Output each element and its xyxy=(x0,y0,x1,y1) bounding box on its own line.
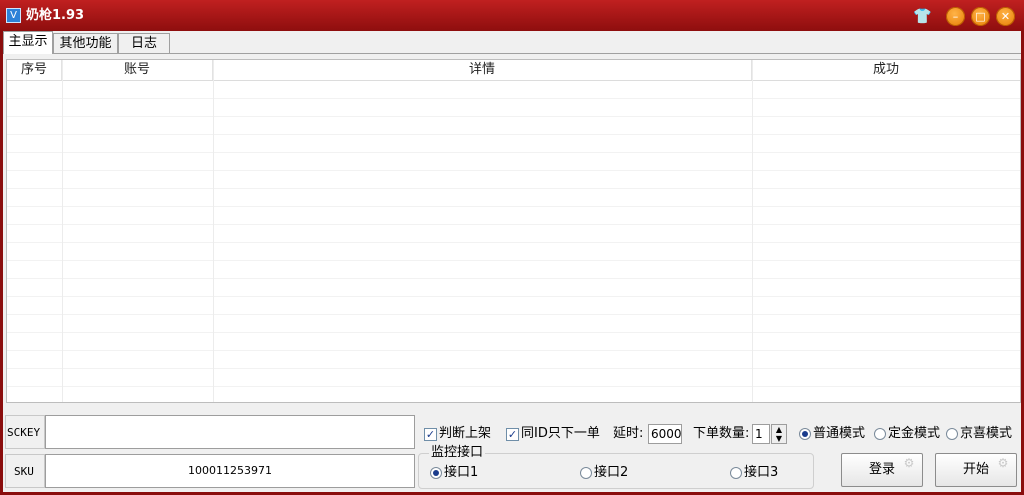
mode-jingxi-label: 京喜模式 xyxy=(960,426,1013,441)
spin-down-icon[interactable]: ▼ xyxy=(772,434,786,443)
login-button-label: 登录 xyxy=(868,462,895,477)
grid-row-line xyxy=(7,188,1020,189)
maximize-button[interactable]: □ xyxy=(971,7,990,26)
mode-deposit-label: 定金模式 xyxy=(888,426,941,441)
monitor-interface-group: 监控接口 接口1 接口2 接口3 xyxy=(418,445,814,489)
grid-row-line xyxy=(7,116,1020,117)
column-header-details[interactable]: 详情 xyxy=(213,60,752,80)
mode-jingxi-radio[interactable] xyxy=(946,428,958,440)
grid-row-line xyxy=(7,386,1020,387)
grid-row-line xyxy=(7,224,1020,225)
skin-icon[interactable]: 👕 xyxy=(913,8,932,24)
interface-1-radio[interactable] xyxy=(430,467,442,479)
main-window: V 奶枪1.93 👕 – □ ✕ 主显示 其他功能 日志 序号 账号 详情 成功 xyxy=(0,0,1024,495)
grid-row-line xyxy=(7,206,1020,207)
grid-row-line xyxy=(7,296,1020,297)
grid-row-line xyxy=(7,170,1020,171)
start-button[interactable]: 开始 ⚙ xyxy=(935,453,1017,487)
sku-label-box: SKU xyxy=(5,454,45,488)
grid-column-line xyxy=(62,60,63,402)
header-divider xyxy=(7,80,1020,81)
same-id-checkbox[interactable]: ✓ xyxy=(506,428,519,441)
window-title: 奶枪1.93 xyxy=(26,8,85,23)
minimize-button[interactable]: – xyxy=(946,7,965,26)
interface-3-radio[interactable] xyxy=(730,467,742,479)
sckey-label-box: SCKEY xyxy=(5,415,45,449)
grid-row-line xyxy=(7,260,1020,261)
control-panel: SCKEY SKU 100011253971 ✓ 判断上架 ✓ 同ID只下一单 … xyxy=(3,405,1021,495)
mode-deposit-radio[interactable] xyxy=(874,428,886,440)
interface-1-label: 接口1 xyxy=(444,465,479,480)
spin-up-icon[interactable]: ▲ xyxy=(772,425,786,434)
interface-2-radio[interactable] xyxy=(580,467,592,479)
grid-row-line xyxy=(7,350,1020,351)
grid-row-line xyxy=(7,242,1020,243)
tab-other-functions[interactable]: 其他功能 xyxy=(53,33,118,53)
start-button-label: 开始 xyxy=(962,462,989,477)
same-id-label: 同ID只下一单 xyxy=(521,426,600,441)
grid-row-line xyxy=(7,332,1020,333)
tab-main-display[interactable]: 主显示 xyxy=(3,31,53,54)
title-bar[interactable]: V 奶枪1.93 👕 – □ ✕ xyxy=(0,0,1024,31)
close-button[interactable]: ✕ xyxy=(996,7,1015,26)
grid-row-line xyxy=(7,314,1020,315)
quantity-stepper[interactable]: ▲ ▼ xyxy=(771,424,787,444)
sku-input[interactable]: 100011253971 xyxy=(45,454,415,488)
grid-row-line xyxy=(7,152,1020,153)
sckey-label: SCKEY xyxy=(7,426,41,439)
decoration-icon: ⚙ xyxy=(903,456,915,470)
column-header-account[interactable]: 账号 xyxy=(62,60,213,80)
sku-label: SKU xyxy=(14,465,34,478)
delay-label: 延时: xyxy=(613,426,644,441)
grid-row-line xyxy=(7,368,1020,369)
account-grid[interactable]: 序号 账号 详情 成功 xyxy=(6,59,1021,403)
column-header-success[interactable]: 成功 xyxy=(752,60,1020,80)
app-icon: V xyxy=(6,8,21,23)
order-quantity-label: 下单数量: xyxy=(693,426,750,441)
check-shelf-checkbox[interactable]: ✓ xyxy=(424,428,437,441)
tab-log[interactable]: 日志 xyxy=(118,33,170,53)
interface-2-label: 接口2 xyxy=(594,465,629,480)
monitor-interface-title: 监控接口 xyxy=(429,445,486,461)
check-shelf-label: 判断上架 xyxy=(439,426,492,441)
decoration-icon: ⚙ xyxy=(997,456,1009,470)
interface-3-label: 接口3 xyxy=(744,465,779,480)
tab-bar: 主显示 其他功能 日志 xyxy=(3,31,1021,54)
delay-input[interactable]: 6000 xyxy=(648,424,682,444)
grid-row-line xyxy=(7,98,1020,99)
mode-normal-radio[interactable] xyxy=(799,428,811,440)
grid-row-line xyxy=(7,278,1020,279)
sckey-input[interactable] xyxy=(45,415,415,449)
mode-normal-label: 普通模式 xyxy=(813,426,866,441)
grid-row-line xyxy=(7,134,1020,135)
grid-column-line xyxy=(752,60,753,402)
column-header-index[interactable]: 序号 xyxy=(7,60,62,80)
order-quantity-input[interactable]: 1 xyxy=(752,424,770,444)
login-button[interactable]: 登录 ⚙ xyxy=(841,453,923,487)
grid-column-line xyxy=(213,60,214,402)
